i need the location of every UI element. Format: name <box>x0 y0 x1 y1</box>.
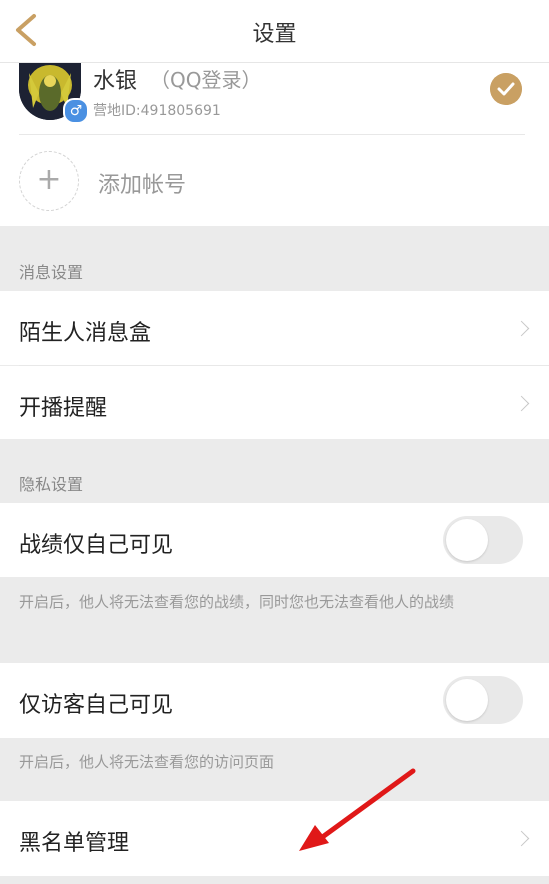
annotation-arrow-icon <box>299 768 416 851</box>
row-stranger-message-box[interactable]: 陌生人消息盒 <box>0 291 549 365</box>
add-account-button[interactable]: 添加帐号 <box>98 167 186 199</box>
account-name: 水银 <box>93 69 138 94</box>
row-label: 战绩仅自己可见 <box>19 533 174 558</box>
chevron-right-icon <box>513 830 530 847</box>
hint-text: 开启后，他人将无法查看您的访问页面 <box>19 753 275 771</box>
page-title: 设置 <box>252 22 297 47</box>
top-bar: 设置 <box>0 0 549 63</box>
hint-text: 开启后，他人将无法查看您的战绩，同时您也无法查看他人的战绩 <box>19 593 455 611</box>
divider <box>19 134 525 135</box>
gender-male-icon: ♂ <box>63 98 89 124</box>
section-title: 隐私设置 <box>19 475 84 494</box>
hint-block: 开启后，他人将无法查看您的战绩，同时您也无法查看他人的战绩 <box>0 577 549 663</box>
toggle-knob <box>446 519 488 561</box>
account-login-type: （QQ登录） <box>150 68 262 92</box>
checkmark-icon[interactable] <box>490 73 522 105</box>
row-label: 仅访客自己可见 <box>19 693 174 718</box>
row-live-reminder[interactable]: 开播提醒 <box>0 366 549 439</box>
section-header-privacy: 隐私设置 <box>0 439 549 503</box>
row-blacklist-management[interactable]: 黑名单管理 <box>0 801 549 876</box>
row-label: 开播提醒 <box>19 396 108 421</box>
row-label: 陌生人消息盒 <box>19 321 152 346</box>
row-record-only-me: 战绩仅自己可见 <box>0 503 549 577</box>
toggle-knob <box>446 679 488 721</box>
hint-block: 开启后，他人将无法查看您的访问页面 <box>0 738 549 801</box>
row-visitor-only-me: 仅访客自己可见 <box>0 663 549 738</box>
plus-icon[interactable]: + <box>19 151 79 211</box>
account-id: 营地ID:491805691 <box>93 103 221 119</box>
visitor-visibility-toggle[interactable] <box>443 676 523 724</box>
record-visibility-toggle[interactable] <box>443 516 523 564</box>
account-card: ♂ 水银 （QQ登录） 营地ID:491805691 + 添加帐号 <box>0 63 549 226</box>
chevron-right-icon <box>513 320 530 337</box>
section-title: 消息设置 <box>19 263 84 282</box>
section-header-message: 消息设置 <box>0 227 549 291</box>
row-label: 黑名单管理 <box>19 831 130 856</box>
chevron-right-icon <box>513 395 530 412</box>
